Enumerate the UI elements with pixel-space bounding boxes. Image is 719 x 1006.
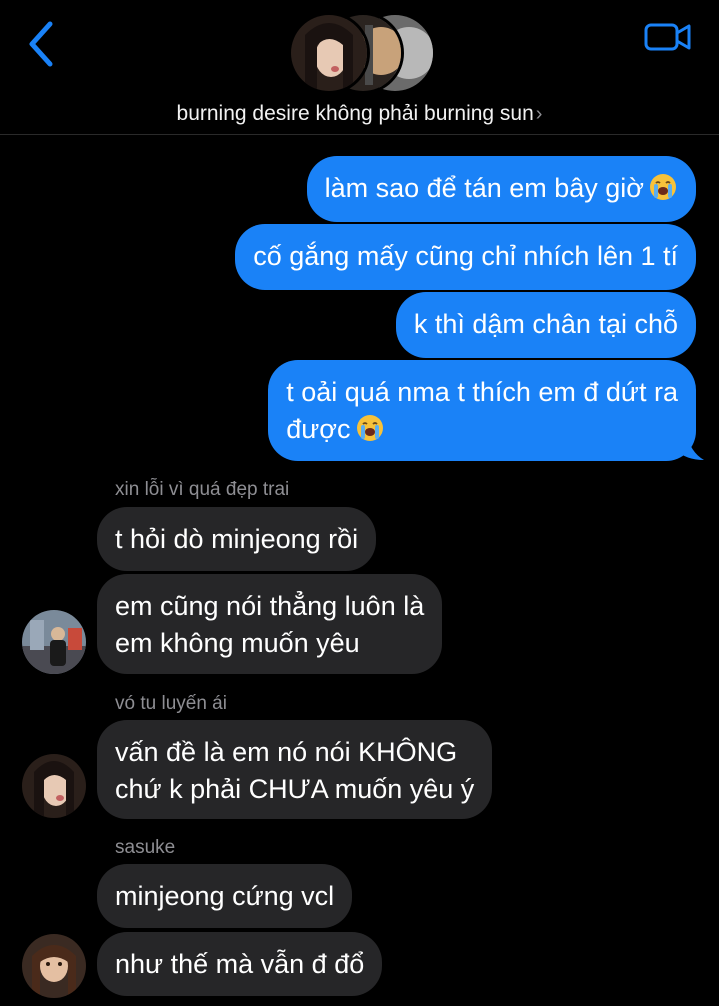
message-text: cố gắng mấy cũng chỉ nhích lên 1 tí (253, 241, 678, 271)
incoming-message[interactable]: như thế mà vẫn đ đổ (97, 932, 383, 996)
group-title[interactable]: burning desire không phải burning sun › (0, 102, 719, 126)
back-button[interactable] (22, 20, 62, 68)
outgoing-message[interactable]: cố gắng mấy cũng chỉ nhích lên 1 tí (235, 224, 696, 290)
loudly-crying-face-icon (650, 174, 676, 200)
message-text-line: chứ k phải CHƯA muốn yêu ý (115, 774, 475, 804)
outgoing-message[interactable]: t oải quá nma t thích em đ dứt ra được (268, 360, 696, 461)
group-name: burning desire không phải burning sun (176, 102, 534, 125)
message-text: t hỏi dò minjeong rồi (115, 524, 359, 554)
outgoing-message[interactable]: làm sao để tán em bây giờ (306, 156, 696, 222)
message-text-line: vấn đề là em nó nói KHÔNG (115, 737, 458, 767)
outgoing-message[interactable]: k thì dậm chân tại chỗ (395, 292, 696, 358)
chat-header: burning desire không phải burning sun › (0, 0, 719, 135)
sender-name: sasuke (115, 837, 176, 858)
bubble-tail (676, 432, 704, 460)
sender-name: xin lỗi vì quá đẹp trai (115, 479, 290, 500)
avatar[interactable] (22, 754, 86, 818)
message-text: minjeong cứng vcl (115, 881, 335, 911)
avatar[interactable] (22, 610, 86, 674)
incoming-message[interactable]: em cũng nói thẳng luôn là em không muốn … (97, 574, 443, 674)
loudly-crying-face-icon (356, 415, 383, 441)
video-call-button[interactable] (643, 20, 693, 54)
avatar[interactable] (22, 934, 86, 998)
chevron-right-icon: › (535, 103, 543, 125)
message-text: như thế mà vẫn đ đổ (115, 949, 365, 979)
incoming-message[interactable]: vấn đề là em nó nói KHÔNG chứ k phải CHƯ… (97, 720, 493, 819)
message-text-line: em không muốn yêu (115, 628, 360, 658)
message-text-line: em cũng nói thẳng luôn là (115, 591, 425, 621)
chevron-left-icon (29, 21, 53, 67)
message-text: k thì dậm chân tại chỗ (413, 309, 678, 339)
message-text-line: được (286, 414, 351, 444)
group-avatar-stack[interactable] (288, 12, 436, 94)
sender-name: vó tu luyến ái (115, 693, 227, 714)
message-text: làm sao để tán em bây giờ (324, 173, 644, 203)
group-member-avatar (288, 12, 370, 94)
incoming-message[interactable]: t hỏi dò minjeong rồi (97, 507, 377, 571)
message-text-line: t oải quá nma t thích em đ dứt ra (286, 377, 678, 407)
video-camera-icon (644, 23, 691, 51)
incoming-message[interactable]: minjeong cứng vcl (97, 864, 353, 928)
